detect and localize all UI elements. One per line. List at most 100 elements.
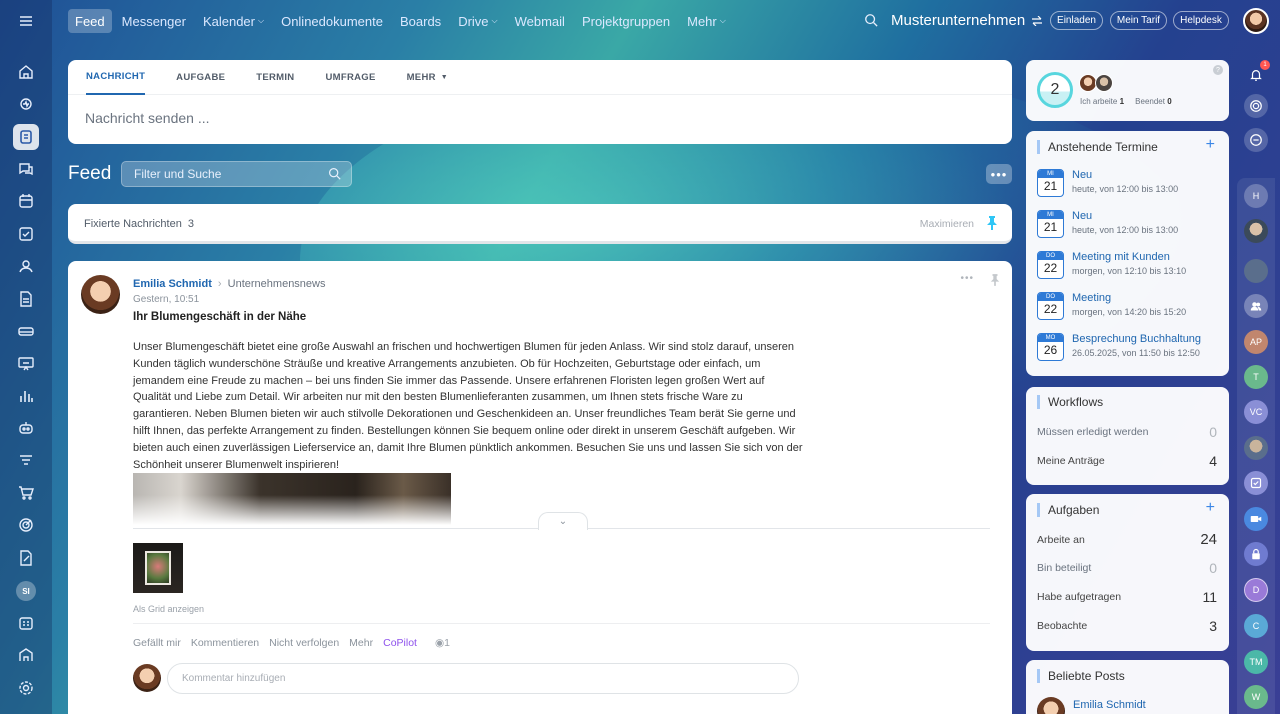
pulse-icon[interactable]: [13, 91, 39, 117]
widget-title[interactable]: Anstehende Termine: [1037, 140, 1158, 154]
cart-icon[interactable]: [13, 480, 39, 506]
chat-avatar[interactable]: C: [1244, 614, 1268, 638]
task-row[interactable]: Habe aufgetragen 11: [1037, 589, 1217, 605]
search-chat-icon[interactable]: [1244, 128, 1268, 152]
settings-icon[interactable]: [13, 675, 39, 701]
popular-post-author[interactable]: Emilia Schmidt: [1073, 699, 1146, 711]
comment-button[interactable]: Kommentieren: [191, 637, 259, 649]
chat-icon[interactable]: [13, 156, 39, 182]
task-row[interactable]: Bin beteiligt 0: [1037, 560, 1217, 576]
add-event-button[interactable]: +: [1206, 136, 1215, 154]
search-icon[interactable]: [864, 13, 878, 32]
unfollow-button[interactable]: Nicht verfolgen: [269, 637, 339, 649]
nav-onlinedokumente[interactable]: Onlinedokumente: [274, 9, 390, 33]
menu-icon[interactable]: [13, 8, 39, 34]
schedule-icon[interactable]: [13, 610, 39, 636]
widget-title[interactable]: Aufgaben: [1037, 503, 1099, 517]
sign-icon[interactable]: [13, 545, 39, 571]
work-status-widget[interactable]: 2 Ich arbeite 1 Beendet 0 ?: [1026, 60, 1229, 121]
add-task-button[interactable]: +: [1206, 499, 1215, 517]
chat-avatar[interactable]: [1244, 219, 1268, 243]
task-row[interactable]: Beobachte 3: [1037, 618, 1217, 634]
maximize-link[interactable]: Maximieren: [920, 218, 974, 230]
nav-kalender[interactable]: Kalender ⌵: [196, 9, 271, 33]
home-icon[interactable]: [13, 59, 39, 85]
workflow-row[interactable]: Meine Anträge 4: [1037, 453, 1217, 469]
event-item[interactable]: MI 21 Neu heute, von 12:00 bis 13:00: [1037, 210, 1217, 242]
widget-title[interactable]: Workflows: [1037, 395, 1103, 409]
activity-icon[interactable]: [1244, 94, 1268, 118]
post-group[interactable]: Unternehmensnews: [228, 278, 326, 290]
user-avatar[interactable]: [1243, 8, 1269, 34]
chat-avatar[interactable]: TM: [1244, 650, 1268, 674]
help-icon[interactable]: ?: [1213, 65, 1223, 75]
more-button[interactable]: Mehr: [349, 637, 373, 649]
event-item[interactable]: DO 22 Meeting morgen, von 14:20 bis 15:20: [1037, 292, 1217, 324]
tab-aufgabe[interactable]: Aufgabe: [176, 60, 225, 95]
chat-avatar[interactable]: VC: [1244, 400, 1268, 424]
task-row[interactable]: Arbeite an 24: [1037, 531, 1217, 548]
nav-projektgruppen[interactable]: Projektgruppen: [575, 9, 677, 33]
views-counter[interactable]: ◉1: [435, 637, 450, 649]
document-icon[interactable]: [13, 286, 39, 312]
helpdesk-button[interactable]: Helpdesk: [1173, 11, 1229, 30]
message-input[interactable]: Nachricht senden ...: [85, 110, 210, 126]
nav-webmail[interactable]: Webmail: [508, 9, 572, 33]
invite-button[interactable]: Einladen: [1050, 11, 1103, 30]
plan-button[interactable]: Mein Tarif: [1110, 11, 1167, 30]
tab-termin[interactable]: Termin: [256, 60, 294, 95]
chat-avatar[interactable]: [1244, 259, 1268, 283]
attachment-thumbnail[interactable]: [133, 543, 183, 593]
contacts-icon[interactable]: [13, 253, 39, 279]
feed-icon[interactable]: [13, 124, 39, 150]
nav-messenger[interactable]: Messenger: [115, 9, 193, 33]
filter-icon[interactable]: [13, 448, 39, 474]
chart-icon[interactable]: [13, 383, 39, 409]
post-image[interactable]: [133, 473, 451, 525]
chat-avatar[interactable]: T: [1244, 365, 1268, 389]
author-avatar[interactable]: [81, 275, 120, 314]
event-item[interactable]: DO 22 Meeting mit Kunden morgen, von 12:10 …: [1037, 251, 1217, 283]
office-icon[interactable]: [13, 642, 39, 668]
calendar-icon[interactable]: [13, 188, 39, 214]
nav-mehr[interactable]: Mehr ⌵: [680, 9, 733, 33]
chat-avatar[interactable]: D: [1244, 578, 1268, 602]
target-icon[interactable]: [13, 512, 39, 538]
nav-boards[interactable]: Boards: [393, 9, 448, 33]
presentation-icon[interactable]: [13, 351, 39, 377]
task-icon[interactable]: [13, 221, 39, 247]
tab-mehr[interactable]: Mehr ▼: [407, 60, 448, 95]
tab-nachricht[interactable]: Nachricht: [86, 60, 146, 95]
nav-feed[interactable]: Feed: [68, 9, 112, 33]
chat-avatar[interactable]: [1244, 436, 1268, 460]
event-item[interactable]: MI 21 Neu heute, von 12:00 bis 13:00: [1037, 169, 1217, 201]
chat-avatar[interactable]: H: [1244, 184, 1268, 208]
robot-icon[interactable]: [13, 415, 39, 441]
nav-drive[interactable]: Drive ⌵: [451, 9, 504, 33]
feed-search-input[interactable]: Filter und Suche: [121, 161, 352, 187]
widget-title[interactable]: Beliebte Posts: [1037, 669, 1125, 683]
copilot-button[interactable]: CoPilot: [383, 637, 417, 649]
pinned-messages[interactable]: Fixierte Nachrichten 3 Maximieren: [68, 204, 1012, 244]
group-chat-icon[interactable]: [1244, 294, 1268, 318]
tab-umfrage[interactable]: Umfrage: [325, 60, 375, 95]
company-name[interactable]: Musterunternehmen: [891, 12, 1043, 29]
pin-icon[interactable]: [986, 216, 998, 235]
pin-icon[interactable]: [990, 273, 1000, 291]
chat-avatar[interactable]: W: [1244, 685, 1268, 709]
lock-icon[interactable]: [1244, 542, 1268, 566]
expand-post-button[interactable]: ⌄: [538, 512, 588, 530]
comment-input[interactable]: Kommentar hinzufügen: [167, 663, 799, 694]
video-icon[interactable]: [1244, 507, 1268, 531]
chat-avatar[interactable]: AP: [1244, 330, 1268, 354]
like-button[interactable]: Gefällt mir: [133, 637, 181, 649]
post-time[interactable]: Gestern, 10:51: [133, 294, 199, 305]
user-avatar-si[interactable]: SI: [16, 581, 36, 601]
feed-more-button[interactable]: •••: [986, 164, 1012, 184]
author-name[interactable]: Emilia Schmidt: [133, 278, 212, 290]
event-item[interactable]: MO 26 Besprechung Buchhaltung 26.05.2025, v…: [1037, 333, 1217, 365]
task-chat-icon[interactable]: [1244, 471, 1268, 495]
drive-icon[interactable]: [13, 318, 39, 344]
post-menu-button[interactable]: •••: [960, 273, 974, 284]
workflow-row[interactable]: Müssen erledigt werden 0: [1037, 424, 1217, 440]
